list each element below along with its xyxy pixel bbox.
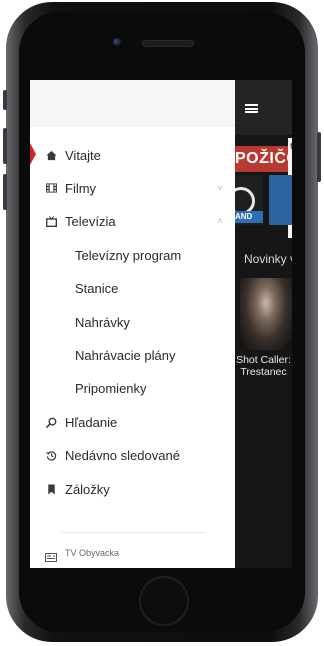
- promo-tile[interactable]: [269, 175, 292, 225]
- menu-item-filmy[interactable]: Filmy ˅: [30, 173, 235, 203]
- menu-item-label: Filmy: [65, 180, 97, 196]
- promo-banner-text: POŽIČO: [235, 150, 292, 167]
- home-icon: [45, 149, 57, 161]
- volume-up-button: [3, 128, 7, 164]
- submenu-item-pripomienky[interactable]: Pripomienky: [30, 373, 235, 403]
- navigation-drawer: Vitajte Filmy ˅ Televízia ˄ Televízny pr…: [30, 80, 235, 568]
- drawer-header: [30, 80, 235, 126]
- app-topbar: [235, 80, 292, 135]
- front-camera: [113, 38, 121, 46]
- silent-switch: [3, 90, 7, 110]
- menu-item-televizia[interactable]: Televízia ˄: [30, 206, 235, 236]
- movie-caption-line-2: Trestanec: [240, 366, 287, 378]
- background-app-content: POŽIČO fle AND Novinky v Shot Caller: Tr…: [235, 80, 292, 568]
- menu-item-label: Hľadanie: [65, 414, 118, 430]
- section-title: Novinky v: [244, 252, 292, 266]
- menu-item-hladanie[interactable]: Hľadanie: [30, 407, 235, 437]
- volume-down-button: [3, 174, 7, 210]
- menu-item-label: Televízia: [65, 213, 116, 229]
- submenu-item-nahravky[interactable]: Nahrávky: [30, 307, 235, 337]
- submenu-item-label: Stanice: [75, 280, 119, 296]
- bookmark-icon: [45, 483, 57, 495]
- tv-icon: [45, 215, 57, 227]
- menu-item-nedavno-sledovane[interactable]: Nedávno sledované: [30, 440, 235, 470]
- submenu-item-label: Nahrávacie plány: [75, 347, 176, 363]
- submenu-item-tv-program[interactable]: Televízny program: [30, 240, 235, 270]
- menu-item-label: Nedávno sledované: [65, 447, 180, 463]
- film-icon: [45, 182, 57, 194]
- promo-logo: AND: [235, 175, 263, 225]
- submenu-item-label: Televízny program: [75, 247, 182, 263]
- submenu-item-nahravacie-plany[interactable]: Nahrávacie plány: [30, 340, 235, 370]
- chevron-up-icon[interactable]: ˄: [217, 216, 223, 227]
- history-icon: [45, 449, 57, 461]
- home-button[interactable]: [139, 576, 189, 626]
- logo-tag: AND: [235, 211, 263, 223]
- power-button: [317, 132, 321, 182]
- device-selector[interactable]: TV Obyvacka: [30, 546, 235, 562]
- app-screen: POŽIČO fle AND Novinky v Shot Caller: Tr…: [30, 80, 292, 568]
- movie-caption: Shot Caller: Trestanec: [235, 354, 292, 378]
- menu-item-vitajte[interactable]: Vitajte: [30, 140, 235, 170]
- promo-banner[interactable]: POŽIČO: [235, 146, 292, 172]
- earpiece-speaker: [142, 40, 194, 47]
- submenu-item-stanice[interactable]: Stanice: [30, 273, 235, 303]
- submenu-item-label: Nahrávky: [75, 314, 130, 330]
- drawer-divider: [60, 532, 205, 533]
- menu-item-zalozky[interactable]: Záložky: [30, 474, 235, 504]
- set-top-box-icon: [45, 549, 57, 562]
- chevron-down-icon[interactable]: ˅: [217, 183, 223, 194]
- movie-caption-line-1: Shot Caller:: [236, 354, 291, 366]
- search-icon: [45, 416, 57, 428]
- movie-poster[interactable]: [240, 278, 292, 350]
- menu-item-label: Vitajte: [65, 147, 101, 163]
- device-label: TV Obyvacka: [65, 548, 120, 558]
- hamburger-menu-icon[interactable]: [245, 104, 258, 113]
- menu-item-label: Záložky: [65, 481, 110, 497]
- ad-text: fle: [290, 142, 292, 151]
- submenu-item-label: Pripomienky: [75, 380, 147, 396]
